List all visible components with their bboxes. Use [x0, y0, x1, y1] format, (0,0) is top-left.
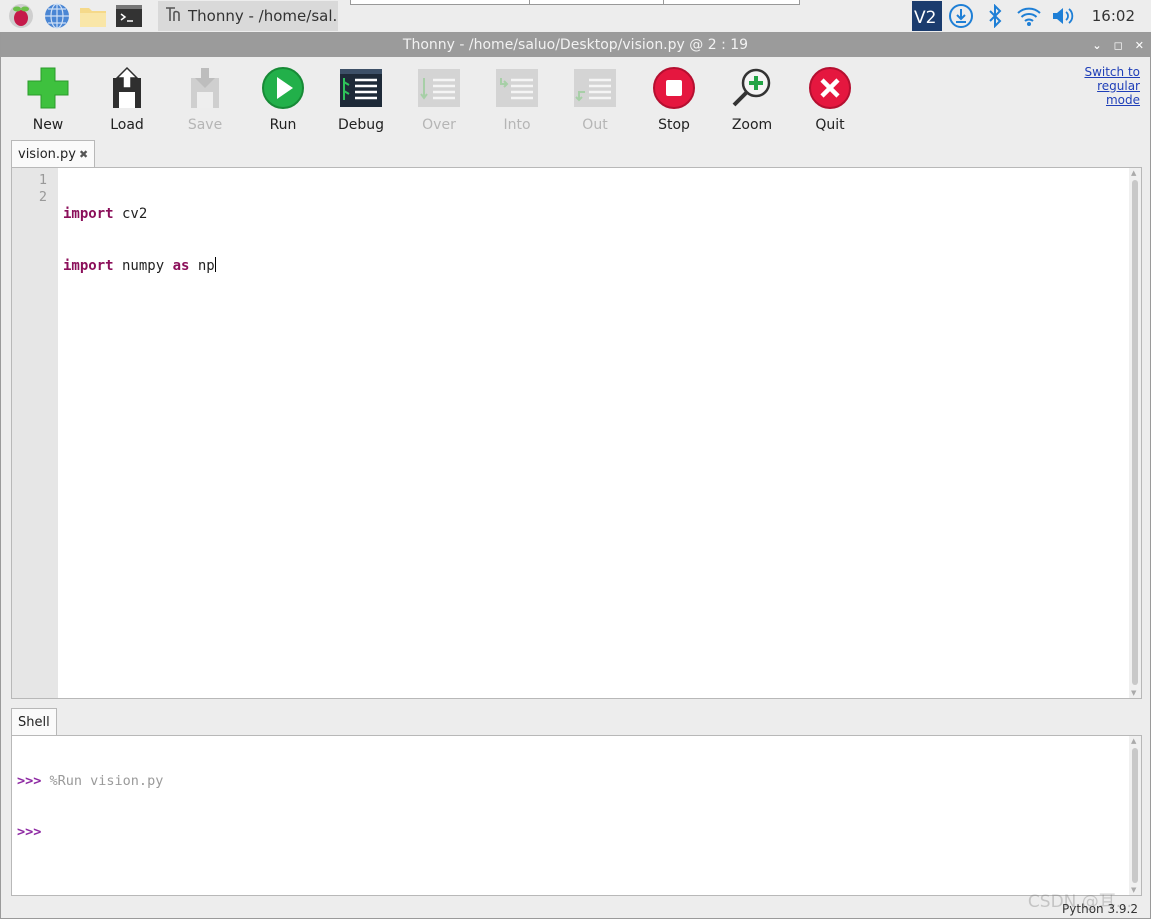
new-button[interactable]: New — [13, 65, 83, 133]
updates-icon[interactable] — [944, 0, 978, 32]
keyword: as — [172, 258, 190, 274]
scroll-up-icon[interactable]: ▲ — [1131, 169, 1136, 177]
stop-icon — [651, 65, 697, 111]
shell-output[interactable]: >>> %Run vision.py >>> — [17, 739, 163, 875]
shell-tabs: Shell — [11, 708, 57, 736]
thonny-icon — [164, 5, 182, 27]
save-label: Save — [187, 117, 223, 133]
text-cursor — [214, 257, 216, 272]
code-text[interactable]: import cv2 import numpy as np — [63, 172, 216, 309]
code-token: np — [189, 258, 215, 274]
minimize-icon[interactable]: ⌄ — [1092, 39, 1101, 52]
shell-scroll-thumb[interactable] — [1132, 748, 1138, 883]
zoom-button[interactable]: Zoom — [717, 65, 787, 133]
stop-button[interactable]: Stop — [639, 65, 709, 133]
step-over-button[interactable]: Over — [404, 65, 474, 133]
editor-tabs: vision.py ✖ — [11, 140, 96, 168]
shell-prompt: >>> — [17, 824, 42, 840]
play-icon — [260, 65, 306, 111]
editor-scroll-thumb[interactable] — [1132, 180, 1138, 685]
zoom-icon — [729, 65, 775, 111]
clock[interactable]: 16:02 — [1080, 7, 1151, 25]
volume-icon[interactable] — [1046, 0, 1080, 32]
system-tray: V2 16:02 — [910, 0, 1151, 32]
dropdown-remnant — [350, 0, 800, 5]
quit-button[interactable]: Quit — [795, 65, 865, 133]
window-titlebar[interactable]: Thonny - /home/saluo/Desktop/vision.py @… — [1, 33, 1150, 57]
editor-scrollbar[interactable]: ▲ ▼ — [1129, 168, 1141, 698]
raspberry-menu-icon[interactable] — [6, 1, 36, 31]
save-button[interactable]: Save — [170, 65, 240, 133]
vnc-icon[interactable]: V2 — [910, 0, 944, 32]
switch-line-2: regular — [1097, 79, 1140, 93]
code-token: numpy — [113, 258, 173, 274]
run-button[interactable]: Run — [248, 65, 318, 133]
code-token: cv2 — [113, 206, 148, 222]
stop-label: Stop — [658, 117, 690, 133]
toolbar: New Load Save Run Debug Over Into Out St… — [1, 59, 1071, 139]
quit-label: Quit — [815, 117, 845, 133]
run-command: %Run vision.py — [49, 773, 164, 789]
keyword: import — [63, 258, 114, 274]
shell-prompt: >>> — [17, 773, 42, 789]
interpreter-status[interactable]: Python 3.9.2 — [1062, 902, 1138, 916]
over-label: Over — [422, 117, 456, 133]
maximize-icon[interactable]: ◻ — [1114, 39, 1123, 52]
zoom-label: Zoom — [731, 117, 773, 133]
load-label: Load — [110, 117, 144, 133]
shell-tab-label: Shell — [18, 715, 50, 730]
terminal-icon[interactable] — [114, 1, 144, 31]
step-into-button[interactable]: Into — [482, 65, 552, 133]
tab-label: vision.py — [18, 147, 76, 162]
code-line: import cv2 — [63, 206, 216, 223]
new-label: New — [32, 117, 64, 133]
bluetooth-icon[interactable] — [978, 0, 1012, 32]
load-button[interactable]: Load — [92, 65, 162, 133]
tab-vision-py[interactable]: vision.py ✖ — [11, 140, 96, 168]
scroll-down-icon[interactable]: ▼ — [1131, 689, 1136, 697]
wifi-icon[interactable] — [1012, 0, 1046, 32]
tab-shell[interactable]: Shell — [11, 708, 57, 736]
step-into-icon — [494, 65, 540, 111]
floppy-load-icon — [104, 65, 150, 111]
debug-icon — [338, 65, 384, 111]
code-line: import numpy as np — [63, 257, 216, 275]
floppy-save-icon — [182, 65, 228, 111]
thonny-window: Thonny - /home/saluo/Desktop/vision.py @… — [0, 32, 1151, 919]
close-icon[interactable]: ✕ — [1135, 39, 1144, 52]
scroll-up-icon[interactable]: ▲ — [1131, 737, 1136, 745]
code-editor[interactable]: 1 2 import cv2 import numpy as np ▲ ▼ — [11, 167, 1142, 699]
window-controls: ⌄ ◻ ✕ — [1092, 33, 1144, 57]
run-label: Run — [269, 117, 297, 133]
shell-line: >>> %Run vision.py — [17, 773, 163, 790]
keyword: import — [63, 206, 114, 222]
taskbar-thonny-window[interactable]: Thonny - /home/sal... — [158, 1, 338, 31]
debug-label: Debug — [337, 117, 385, 133]
vnc-icon-label: V2 — [914, 8, 936, 28]
step-out-button[interactable]: Out — [560, 65, 630, 133]
close-tab-icon[interactable]: ✖ — [79, 148, 88, 161]
switch-line-1: Switch to — [1084, 65, 1140, 79]
switch-to-regular-mode-link[interactable]: Switch to regular mode — [1070, 65, 1140, 107]
shell-panel[interactable]: >>> %Run vision.py >>> ▲ ▼ — [11, 735, 1142, 896]
line-numbers: 1 2 — [12, 168, 58, 698]
out-label: Out — [582, 117, 608, 133]
plus-icon — [25, 65, 71, 111]
quit-icon — [807, 65, 853, 111]
debug-button[interactable]: Debug — [326, 65, 396, 133]
step-over-icon — [416, 65, 462, 111]
file-manager-icon[interactable] — [78, 1, 108, 31]
shell-scrollbar[interactable]: ▲ ▼ — [1129, 736, 1141, 895]
line-number: 2 — [38, 189, 47, 205]
window-title: Thonny - /home/saluo/Desktop/vision.py @… — [402, 37, 749, 53]
taskbar-thonny-label: Thonny - /home/sal... — [188, 7, 338, 25]
web-browser-icon[interactable] — [42, 1, 72, 31]
system-panel: Thonny - /home/sal... V2 16:02 — [0, 0, 1151, 32]
step-out-icon — [572, 65, 618, 111]
shell-line: >>> — [17, 824, 163, 841]
into-label: Into — [503, 117, 531, 133]
switch-line-3: mode — [1105, 93, 1140, 107]
line-number: 1 — [38, 172, 47, 188]
